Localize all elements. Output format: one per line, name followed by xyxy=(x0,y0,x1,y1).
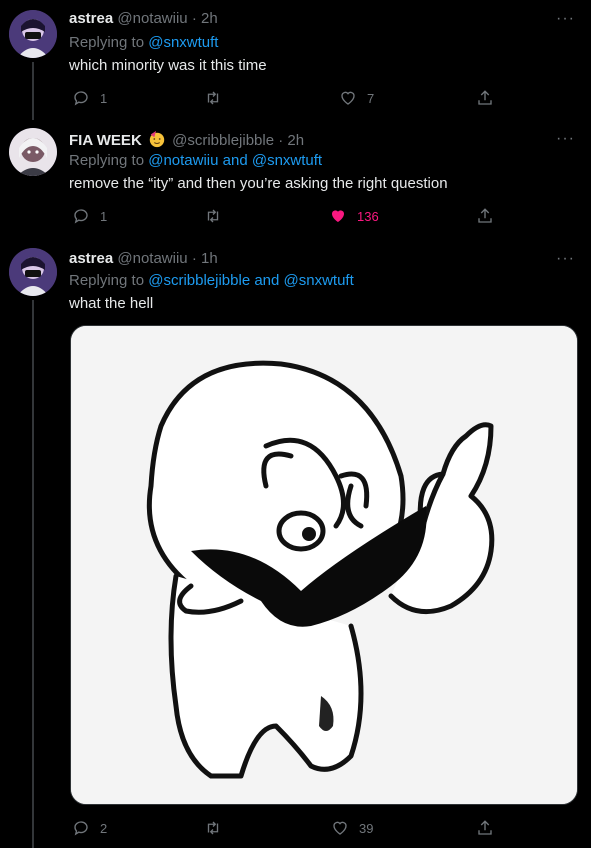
meme-drawing-icon xyxy=(71,326,577,804)
tweet[interactable]: astrea @notawiiu · 2h ··· Replying to @s… xyxy=(0,0,591,115)
reply-button[interactable]: 1 xyxy=(72,206,107,226)
display-name[interactable]: astrea xyxy=(69,10,113,27)
retweet-icon xyxy=(207,821,219,835)
replying-to-link[interactable]: @notawiiu and @snxwtuft xyxy=(148,152,322,169)
retweet-button[interactable] xyxy=(204,88,232,108)
tweet-media-image[interactable] xyxy=(70,325,578,805)
display-name[interactable]: FIA WEEK xyxy=(69,132,142,149)
share-icon xyxy=(478,820,492,835)
avatar[interactable] xyxy=(9,128,57,176)
replying-to: Replying to @snxwtuft xyxy=(69,34,218,51)
replying-to-link[interactable]: @scribblejibble and @snxwtuft xyxy=(148,272,354,289)
reply-count: 1 xyxy=(100,208,108,224)
more-options-icon[interactable]: ··· xyxy=(556,250,575,268)
heart-filled-icon xyxy=(332,210,344,222)
like-button[interactable]: 136 xyxy=(329,206,379,226)
tweet-text: what the hell xyxy=(69,295,154,312)
tweet-actions: 1 136 xyxy=(69,206,509,226)
replying-prefix: Replying to xyxy=(69,272,149,289)
reply-icon xyxy=(74,209,88,224)
replying-prefix: Replying to xyxy=(69,152,149,169)
reply-button[interactable]: 1 xyxy=(72,88,107,108)
tweet-text: remove the “ity” and then you’re asking … xyxy=(69,175,448,192)
separator-dot: · xyxy=(191,250,197,267)
tweet-header: FIA WEEK @scribblejibble · 2h xyxy=(69,130,304,149)
like-button[interactable]: 39 xyxy=(331,818,373,838)
avatar[interactable] xyxy=(9,10,57,58)
like-count: 7 xyxy=(367,90,375,106)
share-button[interactable] xyxy=(476,206,494,226)
tweet-header: astrea @notawiiu · 2h xyxy=(69,10,218,27)
avatar-image-icon xyxy=(9,10,57,58)
tweet-text: which minority was it this time xyxy=(69,57,267,74)
reply-count: 1 xyxy=(100,90,108,106)
more-options-icon[interactable]: ··· xyxy=(556,130,575,148)
tweet[interactable]: astrea @notawiiu · 1h ··· Replying to @s… xyxy=(0,240,591,848)
retweet-button[interactable] xyxy=(204,206,232,226)
tweet-actions: 1 7 xyxy=(69,88,509,108)
reply-button[interactable]: 2 xyxy=(72,818,107,838)
like-count: 39 xyxy=(359,820,374,836)
like-count: 136 xyxy=(357,208,379,224)
replying-to: Replying to @notawiiu and @snxwtuft xyxy=(69,152,322,169)
user-handle[interactable]: @notawiiu xyxy=(117,10,187,27)
user-handle[interactable]: @notawiiu xyxy=(117,250,187,267)
share-button[interactable] xyxy=(476,818,494,838)
retweet-button[interactable] xyxy=(204,818,232,838)
heart-icon xyxy=(341,91,355,105)
avatar[interactable] xyxy=(9,248,57,296)
retweet-icon xyxy=(207,91,219,105)
share-icon xyxy=(478,90,492,105)
tweet-actions: 2 39 xyxy=(69,818,509,838)
more-options-icon[interactable]: ··· xyxy=(556,10,575,28)
separator-dot: · xyxy=(191,10,197,27)
reply-icon xyxy=(74,821,88,836)
party-face-emoji-icon xyxy=(149,130,165,148)
replying-prefix: Replying to xyxy=(69,34,149,51)
avatar-image-icon xyxy=(9,248,57,296)
reply-count: 2 xyxy=(100,820,108,836)
like-button[interactable]: 7 xyxy=(339,88,374,108)
share-icon xyxy=(478,208,492,223)
heart-icon xyxy=(333,821,347,835)
user-handle[interactable]: @scribblejibble xyxy=(172,132,274,149)
tweet-header: astrea @notawiiu · 1h xyxy=(69,250,218,267)
timestamp[interactable]: 1h xyxy=(201,250,218,267)
share-button[interactable] xyxy=(476,88,494,108)
tweet[interactable]: FIA WEEK @scribblejibble · 2h ··· Replyi… xyxy=(0,120,591,240)
separator-dot: · xyxy=(278,132,284,149)
retweet-icon xyxy=(207,209,219,223)
display-name[interactable]: astrea xyxy=(69,250,113,267)
replying-to-link[interactable]: @snxwtuft xyxy=(148,34,218,51)
replying-to: Replying to @scribblejibble and @snxwtuf… xyxy=(69,272,354,289)
timestamp[interactable]: 2h xyxy=(287,132,304,149)
reply-icon xyxy=(74,91,88,106)
timestamp[interactable]: 2h xyxy=(201,10,218,27)
avatar-image-icon xyxy=(9,128,57,176)
